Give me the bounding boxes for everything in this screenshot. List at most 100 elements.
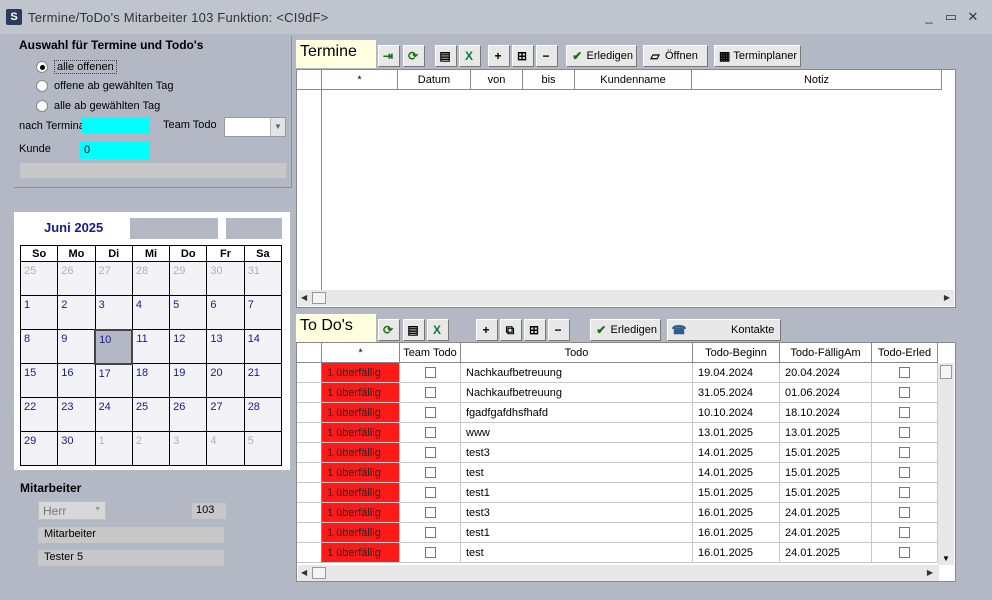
checkbox[interactable] — [424, 467, 436, 478]
checkbox[interactable] — [899, 447, 910, 458]
calendar-day[interactable]: 1 — [19, 295, 59, 330]
calendar-day[interactable]: 12 — [169, 329, 208, 364]
table-row[interactable]: 1 überfällig test 16.01.2025 24.01.2025 — [297, 543, 938, 563]
calendar-day[interactable]: 26 — [169, 397, 208, 432]
horizontal-scrollbar[interactable]: ◀ ▶ — [298, 565, 939, 581]
calendar-day[interactable]: 25 — [19, 261, 59, 296]
radio-circle[interactable] — [36, 80, 48, 92]
calendar-day[interactable]: 25 — [131, 397, 171, 432]
table-row[interactable]: 1 überfällig www 13.01.2025 13.01.2025 — [297, 423, 938, 443]
table-row[interactable]: 1 überfällig test1 15.01.2025 15.01.2025 — [297, 483, 938, 503]
add-button[interactable]: + — [476, 319, 498, 341]
column-header[interactable]: von — [471, 70, 523, 90]
scroll-right-icon[interactable]: ▶ — [927, 568, 933, 577]
calendar-day[interactable]: 3 — [94, 295, 133, 330]
table-row[interactable]: 1 überfällig fgadfgafdhsfhafd 10.10.2024 18… — [297, 403, 938, 423]
calendar-day[interactable]: 1 — [94, 431, 133, 466]
scroll-left-icon[interactable]: ◀ — [301, 293, 307, 302]
scroll-thumb[interactable] — [940, 365, 952, 379]
contacts-button[interactable]: ☎ Kontakte — [667, 319, 781, 341]
scroll-left-icon[interactable]: ◀ — [301, 568, 307, 577]
column-header[interactable]: Notiz — [692, 70, 942, 90]
calendar-day[interactable]: 8 — [19, 329, 59, 364]
complete-button[interactable]: ✔ Erledigen — [566, 45, 637, 67]
calendar-day[interactable]: 4 — [206, 431, 245, 466]
calendar-day[interactable]: 7 — [243, 295, 283, 330]
calendar-day[interactable]: 5 — [169, 295, 208, 330]
refresh-button[interactable]: ⟳ — [403, 45, 425, 67]
maximize-button[interactable]: ▭ — [942, 8, 960, 26]
excel-button[interactable]: X — [459, 45, 481, 67]
calendar-day[interactable]: 22 — [19, 397, 59, 432]
radio-circle[interactable] — [36, 100, 48, 112]
checkbox[interactable] — [899, 407, 910, 418]
checkbox[interactable] — [899, 427, 910, 438]
print-button[interactable]: ▤ — [435, 45, 457, 67]
calendar-day[interactable]: 16 — [57, 363, 96, 398]
checkbox[interactable] — [899, 387, 910, 398]
add-button[interactable]: + — [488, 45, 510, 67]
column-header[interactable]: Todo-Erled — [872, 343, 938, 363]
calendar-day[interactable]: 6 — [206, 295, 245, 330]
calendar-day[interactable]: 19 — [169, 363, 208, 398]
checkbox[interactable] — [424, 427, 436, 438]
vertical-scrollbar[interactable]: ▼ — [938, 363, 954, 565]
salutation-dropdown[interactable]: Herr ▼ — [38, 501, 106, 520]
scroll-down-icon[interactable]: ▼ — [942, 554, 950, 563]
radio-open-from-day[interactable]: offene ab gewählten Tag — [36, 80, 173, 92]
excel-button[interactable]: X — [427, 319, 449, 341]
table-row[interactable]: 1 überfällig test 14.01.2025 15.01.2025 — [297, 463, 938, 483]
checkbox[interactable] — [424, 407, 436, 418]
checkbox[interactable] — [424, 487, 436, 498]
column-header[interactable]: Todo-Beginn — [693, 343, 780, 363]
tree-button[interactable]: ⊞ — [512, 45, 534, 67]
remove-button[interactable]: − — [548, 319, 570, 341]
calendar-day[interactable]: 30 — [206, 261, 245, 296]
complete-button[interactable]: ✔ Erledigen — [590, 319, 661, 341]
checkbox[interactable] — [424, 527, 436, 538]
column-header[interactable]: bis — [523, 70, 575, 90]
checkbox[interactable] — [899, 367, 910, 378]
calendar-day[interactable]: 10 — [94, 328, 134, 365]
remove-button[interactable]: − — [536, 45, 558, 67]
calendar-day[interactable]: 28 — [131, 261, 171, 296]
calendar-day[interactable]: 24 — [94, 397, 133, 432]
chevron-down-icon[interactable]: ▼ — [94, 506, 101, 513]
calendar-day[interactable]: 29 — [169, 261, 208, 296]
calendar-day[interactable]: 30 — [57, 431, 96, 466]
calendar-day[interactable]: 5 — [243, 431, 283, 466]
checkbox[interactable] — [424, 387, 436, 398]
calendar-day[interactable]: 4 — [131, 295, 171, 330]
horizontal-scrollbar[interactable]: ◀ ▶ — [298, 290, 954, 306]
minimize-button[interactable]: _ — [920, 8, 938, 26]
checkbox[interactable] — [424, 507, 436, 518]
calendar-day[interactable]: 9 — [57, 329, 96, 364]
calendar-day[interactable]: 18 — [131, 363, 171, 398]
table-row[interactable]: 1 überfällig test3 16.01.2025 24.01.2025 — [297, 503, 938, 523]
checkbox[interactable] — [899, 547, 910, 558]
scroll-thumb[interactable] — [312, 567, 326, 579]
table-row[interactable]: 1 überfällig test1 16.01.2025 24.01.2025 — [297, 523, 938, 543]
column-header[interactable]: Datum — [398, 70, 471, 90]
scheduler-button[interactable]: ▦ Terminplaner — [714, 45, 801, 67]
calendar-day[interactable]: 14 — [243, 329, 283, 364]
calendar-year-selector[interactable] — [226, 218, 282, 239]
calendar-day[interactable]: 17 — [94, 363, 133, 398]
checkbox[interactable] — [424, 547, 436, 558]
calendar-day[interactable]: 13 — [206, 329, 245, 364]
exit-button[interactable]: ⇥ — [378, 45, 400, 67]
scroll-right-icon[interactable]: ▶ — [944, 293, 950, 302]
calendar-day[interactable]: 27 — [94, 261, 133, 296]
teamtodo-dropdown[interactable]: ▼ — [224, 117, 286, 137]
calendar-day[interactable]: 2 — [57, 295, 96, 330]
column-header[interactable]: Team Todo — [400, 343, 461, 363]
checkbox[interactable] — [899, 467, 910, 478]
calendar-day[interactable]: 21 — [243, 363, 283, 398]
table-row[interactable]: 1 überfällig Nachkaufbetreuung 19.04.2024 2… — [297, 363, 938, 383]
calendar-day[interactable]: 26 — [57, 261, 96, 296]
column-header[interactable]: * — [322, 343, 400, 363]
checkbox[interactable] — [424, 447, 436, 458]
checkbox[interactable] — [899, 487, 910, 498]
terminart-field[interactable] — [82, 118, 150, 134]
checkbox[interactable] — [899, 507, 910, 518]
